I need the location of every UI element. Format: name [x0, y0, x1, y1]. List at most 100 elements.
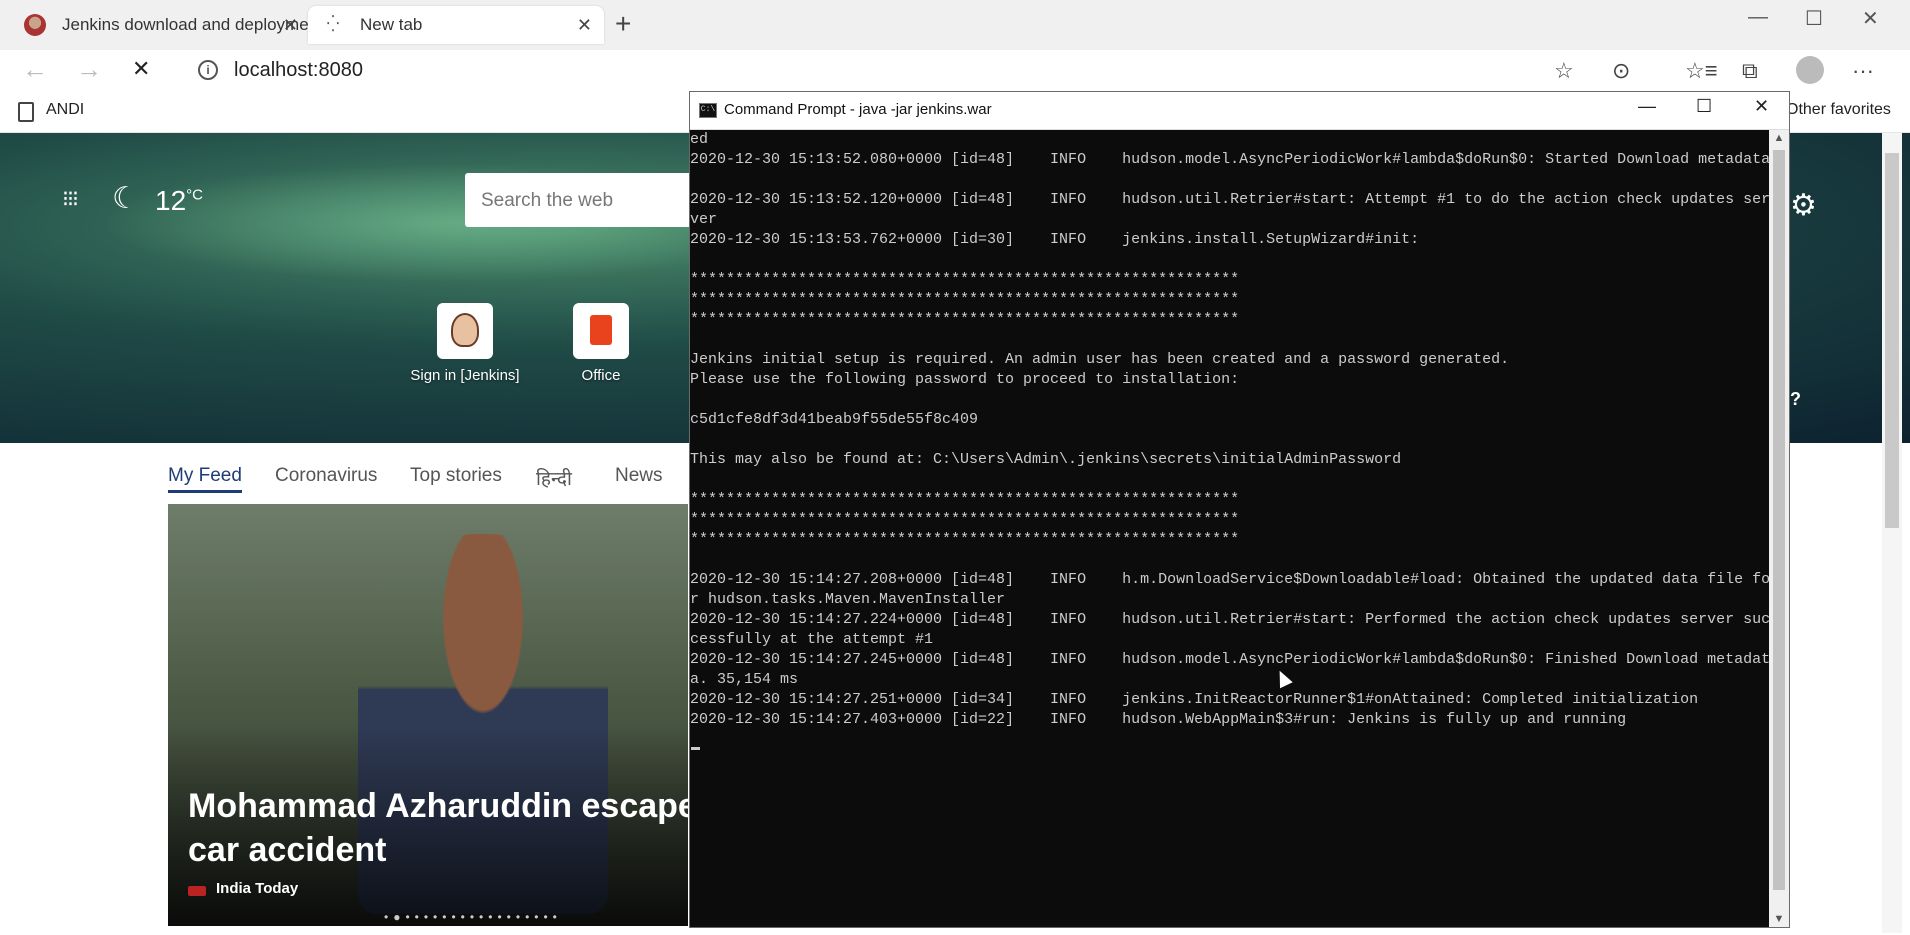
console-line: ed	[690, 131, 709, 148]
other-favorites[interactable]: Other favorites	[1786, 101, 1891, 119]
web-search-box[interactable]	[465, 173, 705, 227]
console-line: Please use the following password to pro…	[690, 371, 1240, 388]
feed-tab-top-stories[interactable]: Top stories	[410, 465, 502, 487]
favorites-icon[interactable]: ☆≡	[1685, 58, 1718, 84]
window-maximize-button[interactable]: ☐	[1805, 6, 1823, 31]
console-line: ****************************************…	[690, 531, 1240, 548]
console-line: ****************************************…	[690, 491, 1240, 508]
command-prompt-window[interactable]: C:\ Command Prompt - java -jar jenkins.w…	[689, 91, 1790, 928]
search-input[interactable]	[479, 189, 683, 213]
tab-strip: Jenkins download and deployme ✕ ⁛ New ta…	[0, 0, 1910, 50]
page-icon	[18, 102, 34, 122]
tab-jenkins[interactable]: Jenkins download and deployme ✕	[10, 6, 310, 44]
cmd-scrollbar-thumb[interactable]	[1773, 150, 1785, 890]
cmd-maximize-button[interactable]: ☐	[1696, 96, 1712, 117]
back-button[interactable]: ←	[22, 54, 48, 84]
cmd-app-icon: C:\	[699, 103, 717, 118]
console-line: This may also be found at: C:\Users\Admi…	[690, 451, 1402, 468]
jenkins-favicon-icon	[24, 14, 46, 36]
scroll-down-icon[interactable]: ▼	[1769, 913, 1789, 925]
console-line: 2020-12-30 15:14:27.208+0000 [id=48] INF…	[690, 571, 1769, 588]
console-line: 2020-12-30 15:14:27.251+0000 [id=34] INF…	[690, 691, 1699, 708]
tile-label: Office	[581, 367, 621, 384]
console-line: r hudson.tasks.Maven.MavenInstaller	[690, 591, 1006, 608]
scroll-up-icon[interactable]: ▲	[1769, 132, 1789, 144]
settings-gear-icon[interactable]: ⚙	[1790, 188, 1817, 223]
url-text[interactable]: localhost:8080	[234, 59, 363, 82]
reading-mode-icon[interactable]: ⊙	[1612, 58, 1630, 84]
console-line: a. 35,154 ms	[690, 671, 799, 688]
forward-button[interactable]: →	[76, 54, 102, 84]
moon-weather-icon: ☾	[112, 182, 139, 215]
console-output[interactable]: ed 2020-12-30 15:13:52.080+0000 [id=48] I…	[690, 130, 1769, 927]
temperature[interactable]: 12°C	[155, 185, 203, 217]
console-line: 2020-12-30 15:13:52.080+0000 [id=48] INF…	[690, 151, 1769, 168]
tile-label: Sign in [Jenkins]	[410, 367, 520, 384]
cmd-minimize-button[interactable]: —	[1638, 96, 1656, 117]
carousel-dots[interactable]: •●•••••••••••••••••	[384, 910, 562, 924]
more-menu-icon[interactable]: ···	[1852, 58, 1874, 84]
office-tile-icon	[573, 303, 629, 359]
quick-link-jenkins[interactable]: Sign in [Jenkins]	[395, 303, 535, 384]
news-headline[interactable]: Mohammad Azharuddin escape car accident	[188, 784, 688, 872]
console-line: 2020-12-30 15:14:27.224+0000 [id=48] INF…	[690, 611, 1769, 628]
console-line: 2020-12-30 15:13:53.762+0000 [id=30] INF…	[690, 231, 1420, 248]
feed-tab-news[interactable]: News	[615, 465, 663, 487]
window-minimize-button[interactable]: —	[1748, 6, 1768, 29]
page-scrollbar-thumb[interactable]	[1885, 153, 1899, 528]
tab-new-tab[interactable]: ⁛ New tab ✕	[308, 6, 604, 44]
console-line: ****************************************…	[690, 271, 1240, 288]
tab-close-icon[interactable]: ✕	[283, 6, 298, 44]
quick-link-office[interactable]: Office	[531, 303, 671, 384]
console-line: ver	[690, 211, 718, 228]
console-line: ****************************************…	[690, 291, 1240, 308]
cmd-titlebar[interactable]: C:\ Command Prompt - java -jar jenkins.w…	[690, 92, 1789, 130]
console-prompt-line[interactable]	[690, 730, 1769, 750]
console-line: 2020-12-30 15:14:27.245+0000 [id=48] INF…	[690, 651, 1769, 668]
news-card[interactable]: Mohammad Azharuddin escape car accident …	[168, 504, 688, 926]
console-line: 2020-12-30 15:14:27.403+0000 [id=22] INF…	[690, 711, 1627, 728]
console-line: cessfully at the attempt #1	[690, 631, 934, 648]
console-line: 2020-12-30 15:13:52.120+0000 [id=48] INF…	[690, 191, 1769, 208]
address-bar-row: ← → ✕ i localhost:8080 ☆ ⊙ ☆≡ ⧉ ···	[0, 50, 1910, 90]
news-source: India Today	[216, 880, 299, 897]
console-line: c5d1cfe8df3d41beab9f55de55f8c409	[690, 411, 979, 428]
cmd-scrollbar[interactable]: ▲ ▼	[1769, 130, 1789, 927]
tab-close-icon[interactable]: ✕	[577, 6, 592, 44]
cmd-close-button[interactable]: ✕	[1754, 96, 1769, 117]
feed-tab-my-feed[interactable]: My Feed	[168, 465, 242, 493]
help-icon[interactable]: ?	[1790, 389, 1801, 410]
favorite-star-icon[interactable]: ☆	[1554, 58, 1574, 84]
temperature-unit: °C	[186, 186, 203, 204]
stop-loading-button[interactable]: ✕	[132, 54, 150, 84]
window-close-button[interactable]: ✕	[1862, 6, 1879, 31]
console-line: ****************************************…	[690, 511, 1240, 528]
loading-spinner-icon: ⁛	[326, 16, 340, 33]
temperature-value: 12	[155, 185, 187, 216]
tab-title: New tab	[360, 15, 423, 34]
console-line: Jenkins initial setup is required. An ad…	[690, 351, 1510, 368]
source-logo-icon	[188, 886, 206, 896]
cmd-window-title: Command Prompt - java -jar jenkins.war	[724, 101, 992, 118]
url-field[interactable]: i localhost:8080	[180, 54, 1600, 86]
tab-title: Jenkins download and deployme	[62, 15, 309, 34]
feed-tab-hindi[interactable]: हिन्दी	[536, 465, 572, 491]
page-scrollbar[interactable]	[1882, 133, 1902, 933]
profile-avatar[interactable]	[1796, 56, 1824, 84]
console-line: ****************************************…	[690, 311, 1240, 328]
favorite-andi[interactable]: ANDI	[46, 101, 84, 119]
collections-icon[interactable]: ⧉	[1742, 58, 1758, 84]
jenkins-tile-icon	[437, 303, 493, 359]
new-tab-button[interactable]: +	[615, 10, 631, 38]
feed-tab-coronavirus[interactable]: Coronavirus	[275, 465, 377, 487]
text-cursor	[691, 747, 700, 750]
apps-launcher-icon[interactable]: ⁝⁝⁝	[62, 188, 84, 210]
site-info-icon[interactable]: i	[198, 60, 218, 80]
